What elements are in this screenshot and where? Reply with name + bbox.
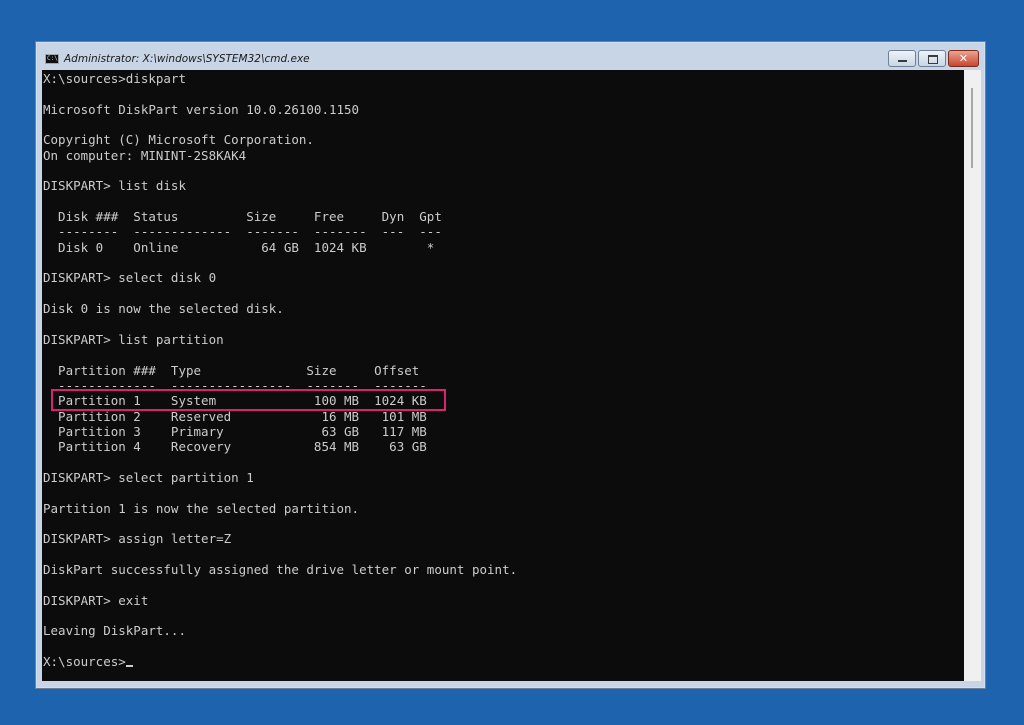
console-line: DISKPART> select partition 1 (43, 470, 517, 485)
console-line: Disk 0 is now the selected disk. (43, 301, 517, 316)
console-line-text: ------------- ---------------- ------- -… (43, 377, 427, 393)
scrollbar-thumb[interactable] (971, 88, 973, 168)
console-line-text: DISKPART> list partition (43, 331, 224, 347)
console-line-text: Disk ### Status Size Free Dyn Gpt (43, 209, 442, 225)
console-line: -------- ------------- ------- ------- -… (43, 224, 517, 239)
console-line: Partition 1 System 100 MB 1024 KB (43, 393, 517, 408)
console-line: ------------- ---------------- ------- -… (43, 378, 517, 393)
console-line-text: DISKPART> select partition 1 (43, 469, 254, 485)
desktop: C:\ Administrator: X:\windows\SYSTEM32\c… (0, 0, 1024, 725)
maximize-button[interactable] (918, 50, 946, 67)
console-line: Leaving DiskPart... (43, 623, 517, 638)
console-line: Partition ### Type Size Offset (43, 363, 517, 378)
minimize-button[interactable] (888, 50, 916, 67)
console-line-text: Partition 1 System 100 MB 1024 KB (43, 393, 427, 409)
console-text: X:\sources>diskpart Microsoft DiskPart ve… (43, 71, 517, 669)
close-icon: ✕ (958, 52, 969, 65)
console-line-text: DISKPART> exit (43, 592, 149, 608)
console-line: Partition 2 Reserved 16 MB 101 MB (43, 409, 517, 424)
title-bar[interactable]: C:\ Administrator: X:\windows\SYSTEM32\c… (36, 42, 985, 70)
window-title: Administrator: X:\windows\SYSTEM32\cmd.e… (64, 53, 310, 65)
console-line: Disk 0 Online 64 GB 1024 KB * (43, 240, 517, 255)
cmd-icon[interactable]: C:\ (45, 54, 59, 64)
console-line: DISKPART> list disk (43, 178, 517, 193)
console-line: DiskPart successfully assigned the drive… (43, 562, 517, 577)
console-line-text: Partition 3 Primary 63 GB 117 MB (43, 423, 427, 439)
window-controls: ✕ (888, 50, 979, 67)
close-button[interactable]: ✕ (948, 50, 979, 67)
maximize-icon (928, 55, 938, 64)
console-line-text: Leaving DiskPart... (43, 623, 186, 639)
console-line-text: DiskPart successfully assigned the drive… (43, 562, 518, 577)
console-line: On computer: MININT-2S8KAK4 (43, 148, 517, 163)
vertical-scrollbar[interactable] (964, 70, 981, 681)
console-line: DISKPART> list partition (43, 332, 517, 347)
console-line-text: X:\sources> (43, 654, 126, 670)
console-line-text: DISKPART> assign letter=Z (43, 531, 232, 547)
minimize-icon (898, 60, 907, 62)
console-line: Partition 1 is now the selected partitio… (43, 501, 517, 516)
console-line: DISKPART> exit (43, 593, 517, 608)
console-line-text: -------- ------------- ------- ------- -… (43, 224, 442, 240)
console-line-text: Partition 1 is now the selected partitio… (43, 500, 360, 516)
console-line-text: Disk 0 Online 64 GB 1024 KB * (43, 239, 435, 255)
console-line-text: Partition 2 Reserved 16 MB 101 MB (43, 408, 427, 424)
console-line-text: Microsoft DiskPart version 10.0.26100.11… (43, 101, 360, 117)
console-line: Copyright (C) Microsoft Corporation. (43, 132, 517, 147)
console-line-text: Copyright (C) Microsoft Corporation. (43, 132, 314, 148)
console-line-text: Partition 4 Recovery 854 MB 63 GB (43, 439, 427, 455)
console-line-text: X:\sources>diskpart (43, 71, 186, 86)
console-line: X:\sources> (43, 654, 517, 669)
console-line: Partition 4 Recovery 854 MB 63 GB (43, 439, 517, 454)
console-line: Microsoft DiskPart version 10.0.26100.11… (43, 102, 517, 117)
console-line: Partition 3 Primary 63 GB 117 MB (43, 424, 517, 439)
console-line: DISKPART> assign letter=Z (43, 531, 517, 546)
console-line-text: Disk 0 is now the selected disk. (43, 301, 284, 317)
console-line-text: DISKPART> select disk 0 (43, 270, 217, 286)
console-line: X:\sources>diskpart (43, 71, 517, 86)
console-line-text: On computer: MININT-2S8KAK4 (43, 147, 247, 163)
console-line-text: DISKPART> list disk (43, 178, 186, 194)
console-line-text: Partition ### Type Size Offset (43, 362, 420, 378)
cmd-window: C:\ Administrator: X:\windows\SYSTEM32\c… (35, 41, 986, 689)
console-output[interactable]: X:\sources>diskpart Microsoft DiskPart ve… (42, 70, 964, 681)
text-cursor (125, 665, 133, 668)
console-line: DISKPART> select disk 0 (43, 270, 517, 285)
console-line: Disk ### Status Size Free Dyn Gpt (43, 209, 517, 224)
